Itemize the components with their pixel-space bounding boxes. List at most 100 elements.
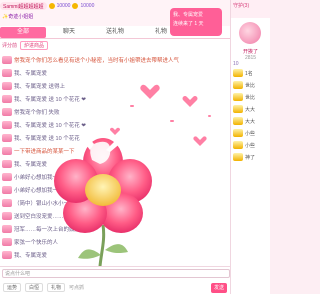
user-badge[interactable]: Sammi超超超超超 <box>0 2 47 10</box>
chat-message-text: 送到空白没宠爱…… <box>14 213 64 220</box>
user-level-badge-icon <box>2 198 12 207</box>
chat-message: 送到空白没宠爱…… <box>0 209 230 222</box>
user-level-badge-icon <box>2 107 12 116</box>
rank-item-text: 大大 <box>245 118 256 125</box>
rank-item[interactable]: 世比 <box>231 91 270 103</box>
rank-item-text: 神了 <box>245 154 256 161</box>
sub-chip-button[interactable]: 炉进商品 <box>20 41 49 50</box>
rank-item-text: 1名 <box>245 70 253 77</box>
top-user-row: Sammi超超超超超 10000 10000 <box>0 2 94 10</box>
host-name: 开挨了 <box>242 49 258 55</box>
chat-message-text: 我、专属宠爱 <box>14 252 48 259</box>
tab-all[interactable]: 全部 <box>0 27 46 38</box>
bottom-toolbar: 运势 白恒 礼物 可点抓 发送 <box>0 281 230 294</box>
chat-message-text: 我、专属宠爱 送 10 个花花 ❤ <box>14 122 86 129</box>
sub-label: 评分前 <box>2 43 18 49</box>
rank-badge-icon <box>233 141 243 149</box>
rank-item[interactable]: 小些 <box>231 127 270 139</box>
host-avatar[interactable] <box>239 22 261 44</box>
chat-message: 我、专属宠爱 <box>0 248 230 261</box>
send-button[interactable]: 发送 <box>211 282 227 293</box>
chat-message-text: 我、专属宠爱 送 10 个花花 ❤ <box>14 96 86 103</box>
chat-message-text: （简中）银山小水小一贺达 <box>14 200 81 207</box>
user-level-badge-icon <box>2 159 12 168</box>
user-level-badge-icon <box>2 172 12 181</box>
chat-message: 我、专属宠爱 <box>0 157 230 170</box>
right-header-label: 守护(3) <box>233 3 250 9</box>
chat-message-text: 我、专属宠爱 <box>14 161 48 168</box>
chat-message: 我、专属宠爱 送得上 <box>0 79 230 92</box>
chat-message: 我、专属宠爱 送 10 个花花 ❤ <box>0 92 230 105</box>
bottom-label: 可点抓 <box>69 285 85 291</box>
rank-item[interactable]: 神了 <box>231 151 270 163</box>
rank-badge-icon <box>233 153 243 161</box>
fortune-button[interactable]: 运势 <box>3 283 22 292</box>
popup-line-1: 我、专属宠爱 <box>173 12 204 18</box>
rank-item[interactable]: 1名 <box>231 67 270 79</box>
user-level-badge-icon <box>2 224 12 233</box>
coin-icon-2 <box>72 3 79 9</box>
chat-message: （简中）银山小水小一贺达 <box>0 196 230 209</box>
rank-badge-icon <box>233 117 243 125</box>
rank-item[interactable]: 大大 <box>231 103 270 115</box>
rank-badge-icon <box>233 93 243 101</box>
chat-message: 一下带进商品的某某一下 <box>0 144 230 157</box>
chat-message-text: 我、专属宠爱 送 10 个花花 <box>14 135 80 142</box>
rank-item-text: 世比 <box>245 82 256 89</box>
coin-count-2: 10000 <box>80 3 95 9</box>
user-level-badge-icon <box>2 55 12 64</box>
chat-list: 常我宠个你们怎么看见有送个小秘密，当时有小姐帶进去帶帮进人气 我、专属宠爱 我、专属… <box>0 53 230 265</box>
chat-input[interactable]: 说点什么吧 <box>2 269 230 278</box>
chat-message: 家弦一个快乐的人 <box>0 235 230 248</box>
top-note: ✨奇迹小姐姐 <box>2 13 33 20</box>
rank-item[interactable]: 小些 <box>231 139 270 151</box>
chat-message-text: 小弟好心想加我一下（红箱） <box>14 187 86 194</box>
rank-item-text: 世比 <box>245 94 256 101</box>
tab-gift-send[interactable]: 送礼物 <box>92 27 138 38</box>
chat-message: 小弟好心想加我一下（侨为） <box>0 170 230 183</box>
chat-message: 常我宠个你们 失败 <box>0 105 230 118</box>
chat-message-text: 一下带进商品的某某一下 <box>14 148 75 155</box>
coin-count: 10000 <box>56 3 71 9</box>
user-level-badge-icon <box>2 120 12 129</box>
chat-panel: Sammi超超超超超 10000 10000 ✨奇迹小姐姐 全部 聊天 送礼物 … <box>0 0 230 294</box>
user-level-badge-icon <box>2 211 12 220</box>
input-bar: 说点什么吧 <box>0 266 230 280</box>
rank-badge-icon <box>233 81 243 89</box>
sub-bar: 评分前 炉进商品 <box>0 40 230 51</box>
rank-item-text: 小些 <box>245 142 256 149</box>
user-level-badge-icon <box>2 81 12 90</box>
chat-message-text: 小弟好心想加我一下（侨为） <box>14 174 86 181</box>
coin-icon <box>48 3 55 9</box>
right-sidebar: 守护(3) 开挨了 2815 10 1名 世比 世比 大大 大大 小些 小些 神了 <box>230 0 270 294</box>
rank-badge-icon <box>233 69 243 77</box>
tab-chat[interactable]: 聊天 <box>46 27 92 38</box>
white-button[interactable]: 白恒 <box>25 283 44 292</box>
welcome-popup[interactable]: 我、专属宠爱 连续来了 1 天 <box>170 8 222 36</box>
chat-message-text: 我、专属宠爱 <box>14 70 48 77</box>
user-level-badge-icon <box>2 237 12 246</box>
popup-line-2: 连续来了 1 天 <box>173 21 204 27</box>
chat-message-text: 家弦一个快乐的人 <box>14 239 59 246</box>
top-note-text: ✨奇迹小姐姐 <box>2 14 34 20</box>
rank-item-text: 小些 <box>245 130 256 137</box>
rank-item[interactable]: 大大 <box>231 115 270 127</box>
rank-badge-icon <box>233 129 243 137</box>
user-level-badge-icon <box>2 250 12 259</box>
gift-button[interactable]: 礼物 <box>47 283 66 292</box>
rank-item-text: 大大 <box>245 106 256 113</box>
right-header: 守护(3) <box>231 0 270 18</box>
chat-message-text: 常我宠个你们怎么看见有送个小秘密，当时有小姐帶进去帶帮进人气 <box>14 57 180 64</box>
user-level-badge-icon <box>2 146 12 155</box>
chat-message: 小弟好心想加我一下（红箱） <box>0 183 230 196</box>
rank-item[interactable]: 世比 <box>231 79 270 91</box>
rank-badge-icon <box>233 105 243 113</box>
user-level-badge-icon <box>2 185 12 194</box>
user-level-badge-icon <box>2 68 12 77</box>
user-level-badge-icon <box>2 94 12 103</box>
chat-message-text: 冠军……每一次上台的鼓励… <box>14 226 86 233</box>
chat-message: 我、专属宠爱 送 10 个花花 <box>0 131 230 144</box>
chat-message-text: 常我宠个你们 失败 <box>14 109 60 116</box>
rank-list: 1名 世比 世比 大大 大大 小些 小些 神了 <box>231 67 270 163</box>
chat-message: 我、专属宠爱 <box>0 66 230 79</box>
